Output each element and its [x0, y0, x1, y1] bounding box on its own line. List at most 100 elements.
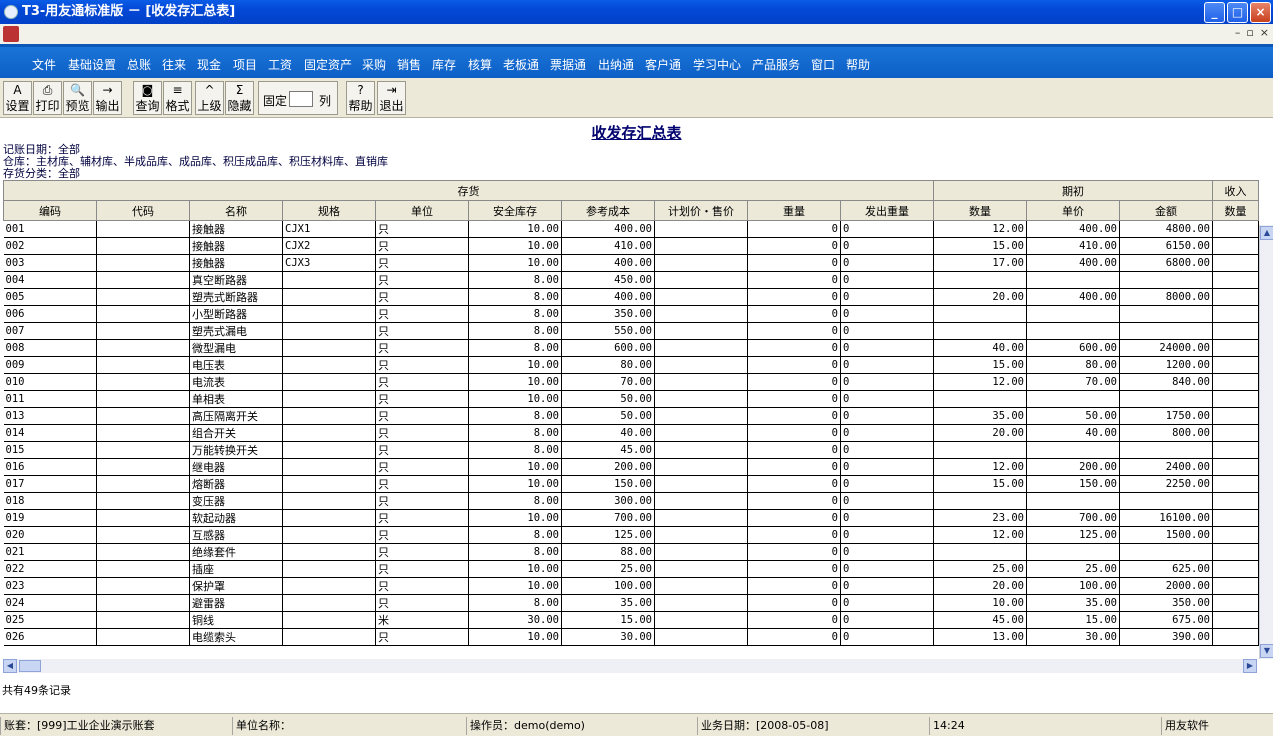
table-cell[interactable]: [282, 271, 376, 289]
table-cell[interactable]: 25.00: [1026, 560, 1120, 578]
table-cell[interactable]: 015: [3, 441, 97, 459]
table-cell[interactable]: 0: [840, 441, 934, 459]
menu-item-4[interactable]: 现金: [197, 56, 221, 73]
table-cell[interactable]: [1212, 509, 1259, 527]
mdi-minimize-button[interactable]: –: [1235, 26, 1241, 39]
table-cell[interactable]: 019: [3, 509, 97, 527]
table-cell[interactable]: 10.00: [468, 390, 562, 408]
table-cell[interactable]: [96, 305, 190, 323]
table-cell[interactable]: 10.00: [468, 373, 562, 391]
table-cell[interactable]: 010: [3, 373, 97, 391]
table-cell[interactable]: 只: [375, 560, 469, 578]
table-cell[interactable]: [96, 220, 190, 238]
table-cell[interactable]: [654, 288, 748, 306]
table-cell[interactable]: 021: [3, 543, 97, 561]
table-cell[interactable]: [96, 373, 190, 391]
table-cell[interactable]: 0: [747, 543, 841, 561]
table-cell[interactable]: 15.00: [933, 356, 1027, 374]
table-cell[interactable]: 005: [3, 288, 97, 306]
table-cell[interactable]: 0: [747, 526, 841, 544]
table-cell[interactable]: CJX3: [282, 254, 376, 272]
format-button[interactable]: ≡ 格式: [163, 81, 192, 115]
table-cell[interactable]: 150.00: [1026, 475, 1120, 493]
table-cell[interactable]: 024: [3, 594, 97, 612]
table-cell[interactable]: [282, 492, 376, 510]
table-cell[interactable]: 150.00: [561, 475, 655, 493]
table-cell[interactable]: [96, 441, 190, 459]
scroll-down-icon[interactable]: ▼: [1260, 644, 1273, 658]
table-cell[interactable]: 避雷器: [189, 594, 283, 612]
table-cell[interactable]: 400.00: [561, 254, 655, 272]
table-cell[interactable]: 只: [375, 441, 469, 459]
table-cell[interactable]: 铜线: [189, 611, 283, 629]
table-cell[interactable]: 0: [747, 560, 841, 578]
table-cell[interactable]: 013: [3, 407, 97, 425]
table-cell[interactable]: [282, 288, 376, 306]
table-cell[interactable]: [96, 577, 190, 595]
table-cell[interactable]: [282, 611, 376, 629]
table-cell[interactable]: [1119, 492, 1213, 510]
table-cell[interactable]: 6150.00: [1119, 237, 1213, 255]
table-cell[interactable]: 0: [840, 594, 934, 612]
table-cell[interactable]: 8.00: [468, 543, 562, 561]
table-row[interactable]: 019 软起动器只 10.00 700.00 0 0 23.00 700.00 16100.00: [3, 509, 1259, 527]
table-cell[interactable]: 8.00: [468, 526, 562, 544]
table-cell[interactable]: 1750.00: [1119, 407, 1213, 425]
table-row[interactable]: 001 接触器 CJX1 只 10.00 400.00 0 0 12.00 400.00 4800.…: [3, 220, 1259, 238]
column-header[interactable]: 金额: [1119, 200, 1213, 221]
table-cell[interactable]: 016: [3, 458, 97, 476]
table-cell[interactable]: 只: [375, 577, 469, 595]
table-cell[interactable]: 800.00: [1119, 424, 1213, 442]
menu-item-2[interactable]: 总账: [127, 56, 151, 73]
table-cell[interactable]: [654, 254, 748, 272]
table-cell[interactable]: [282, 526, 376, 544]
table-cell[interactable]: 0: [840, 526, 934, 544]
table-cell[interactable]: 0: [747, 390, 841, 408]
table-cell[interactable]: 0: [747, 288, 841, 306]
table-cell[interactable]: [96, 424, 190, 442]
table-cell[interactable]: 0: [840, 339, 934, 357]
maximize-button[interactable]: □: [1227, 2, 1248, 23]
table-cell[interactable]: 只: [375, 543, 469, 561]
table-cell[interactable]: 410.00: [1026, 237, 1120, 255]
table-cell[interactable]: 10.00: [468, 220, 562, 238]
table-cell[interactable]: 003: [3, 254, 97, 272]
table-cell[interactable]: 8.00: [468, 407, 562, 425]
close-button[interactable]: ×: [1250, 2, 1271, 23]
menu-item-11[interactable]: 核算: [468, 56, 492, 73]
table-cell[interactable]: [933, 322, 1027, 340]
table-cell[interactable]: [1026, 271, 1120, 289]
table-cell[interactable]: 只: [375, 339, 469, 357]
table-cell[interactable]: [96, 594, 190, 612]
table-cell[interactable]: [282, 356, 376, 374]
table-cell[interactable]: 15.00: [561, 611, 655, 629]
table-cell[interactable]: 1500.00: [1119, 526, 1213, 544]
table-cell[interactable]: 微型漏电: [189, 339, 283, 357]
table-row[interactable]: 002 接触器 CJX2 只 10.00 410.00 0 0 15.00 410.00 6150.…: [3, 237, 1259, 255]
table-cell[interactable]: 410.00: [561, 237, 655, 255]
table-cell[interactable]: 10.00: [468, 475, 562, 493]
table-cell[interactable]: [1212, 577, 1259, 595]
table-cell[interactable]: 6800.00: [1119, 254, 1213, 272]
table-cell[interactable]: [1026, 390, 1120, 408]
table-row[interactable]: 017 熔断器只 10.00 150.00 0 0 15.00 150.00 2250.00: [3, 475, 1259, 493]
table-cell[interactable]: 塑壳式断路器: [189, 288, 283, 306]
table-cell[interactable]: [1212, 560, 1259, 578]
table-row[interactable]: 003 接触器 CJX3 只 10.00 400.00 0 0 17.00 400.00 6800.…: [3, 254, 1259, 272]
table-cell[interactable]: 只: [375, 475, 469, 493]
table-cell[interactable]: 8000.00: [1119, 288, 1213, 306]
menu-item-12[interactable]: 老板通: [503, 56, 539, 73]
table-row[interactable]: 023 保护罩只 10.00 100.00 0 0 20.00 100.00 2000.00: [3, 577, 1259, 595]
table-cell[interactable]: 只: [375, 526, 469, 544]
column-header[interactable]: 数量: [1212, 200, 1259, 221]
table-cell[interactable]: 保护罩: [189, 577, 283, 595]
table-cell[interactable]: [1212, 288, 1259, 306]
table-cell[interactable]: 10.00: [468, 237, 562, 255]
table-cell[interactable]: 002: [3, 237, 97, 255]
table-cell[interactable]: 675.00: [1119, 611, 1213, 629]
table-cell[interactable]: 0: [840, 492, 934, 510]
table-row[interactable]: 006 小型断路器 只 8.00 350.00 0 0: [3, 305, 1259, 323]
document-icon[interactable]: [3, 26, 19, 42]
table-cell[interactable]: [1212, 458, 1259, 476]
table-cell[interactable]: [1212, 322, 1259, 340]
